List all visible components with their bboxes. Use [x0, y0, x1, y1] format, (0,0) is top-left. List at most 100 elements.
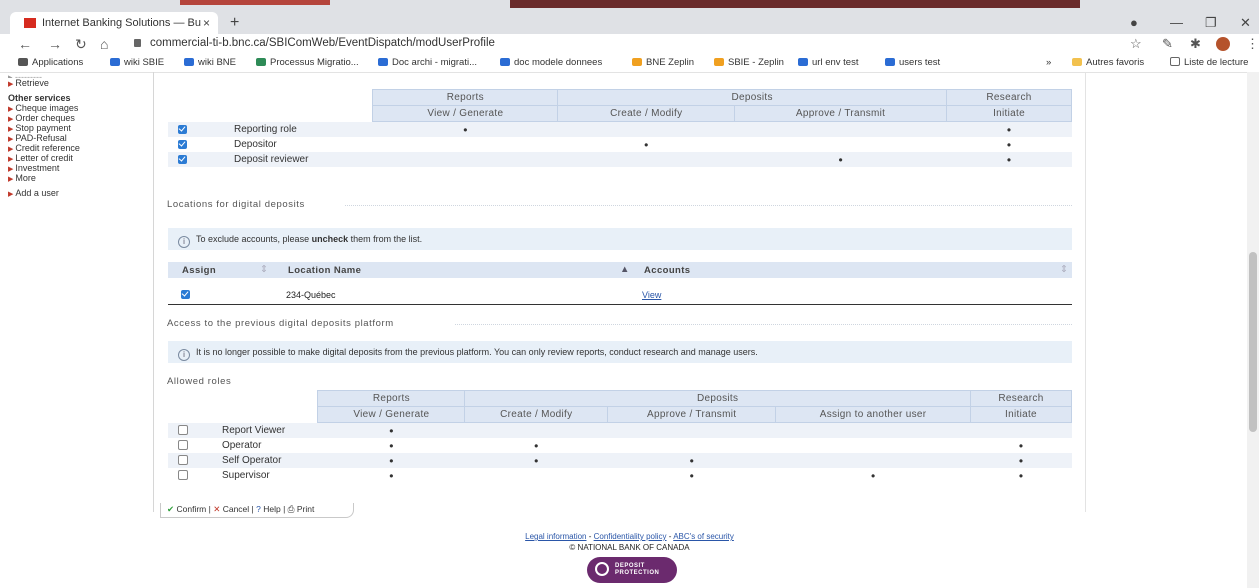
bookmarks-overflow-icon[interactable]: »: [1046, 57, 1051, 68]
sidebar-item-label: Credit reference: [15, 143, 80, 153]
sort-icon[interactable]: ⇕: [1060, 264, 1068, 275]
sidebar-item[interactable]: ▶ Credit reference: [8, 143, 80, 153]
bookmark-label: BNE Zeplin: [646, 57, 695, 68]
sidebar-item-label: PAD-Refusal: [15, 133, 67, 143]
sidebar-item-retrieve[interactable]: ▶ Retrieve: [8, 78, 49, 88]
bookmark-icon: [885, 58, 895, 66]
star-icon[interactable]: ☆: [1130, 36, 1142, 52]
bookmark-item[interactable]: Doc archi - migrati...: [378, 57, 477, 68]
role-checkbox[interactable]: [177, 440, 188, 451]
sidebar-item[interactable]: ▶ Cheque images: [8, 103, 78, 113]
col-accounts[interactable]: Accounts: [644, 265, 690, 276]
subheader: Approve / Transmit: [734, 105, 948, 122]
sidebar-item-add-user[interactable]: ▶ Add a user: [8, 188, 59, 198]
role-checkbox[interactable]: [178, 124, 188, 134]
profile-dot-icon[interactable]: ●: [1130, 12, 1138, 34]
badge-line2: PROTECTION: [615, 570, 660, 576]
print-button[interactable]: Print: [297, 504, 314, 514]
help-button[interactable]: Help: [263, 504, 280, 514]
sidebar-item[interactable]: ▶ Investment: [8, 163, 59, 173]
sort-icon[interactable]: ⇕: [260, 264, 268, 275]
permission-cell: [607, 422, 776, 438]
security-link[interactable]: ABC's of security: [673, 532, 734, 541]
printer-icon: ⎙: [287, 504, 295, 514]
deposit-protection-badge[interactable]: DEPOSIT PROTECTION: [587, 557, 677, 583]
privacy-link[interactable]: Confidentiality policy: [594, 532, 667, 541]
bookmark-label: Doc archi - migrati...: [392, 57, 477, 68]
permission-cell: •: [389, 438, 394, 453]
bookmark-item[interactable]: users test: [885, 57, 940, 68]
previous-platform-section-title: Access to the previous digital deposits …: [167, 318, 394, 329]
bookmark-icon: [714, 58, 724, 66]
bookmark-item[interactable]: BNE Zeplin: [632, 57, 694, 68]
home-icon[interactable]: ⌂: [100, 36, 108, 52]
permission-cell: •: [534, 438, 539, 453]
bookmark-item[interactable]: SBIE - Zeplin: [714, 57, 784, 68]
permission-cell: •: [317, 453, 465, 468]
bookmark-item[interactable]: Processus Migratio...: [256, 57, 359, 68]
bookmark-item[interactable]: doc modele donnees: [500, 57, 602, 68]
bookmark-item[interactable]: Applications: [18, 57, 83, 68]
table-row: Self Operator • • • •: [168, 453, 1072, 468]
close-window-icon[interactable]: ✕: [1240, 12, 1251, 34]
sidebar-item[interactable]: ▶ Order cheques: [8, 113, 75, 123]
allowed-roles-table: Reports Deposits Research View / Generat…: [168, 390, 1073, 483]
col-location-name[interactable]: Location Name: [288, 265, 361, 276]
view-accounts-link[interactable]: View: [642, 290, 661, 300]
role-checkbox[interactable]: [178, 154, 188, 164]
col-assign[interactable]: Assign: [182, 265, 216, 276]
bookmark-icon: [378, 58, 388, 66]
info-icon: i: [178, 236, 190, 248]
restore-icon[interactable]: ❐: [1205, 12, 1217, 34]
sidebar-item[interactable]: ▶ Letter of credit: [8, 153, 73, 163]
folder-icon: [1072, 58, 1082, 66]
legal-link[interactable]: Legal information: [525, 532, 586, 541]
forward-icon[interactable]: →: [48, 36, 62, 52]
sidebar-item-label: Letter of credit: [15, 153, 73, 163]
other-bookmarks[interactable]: Autres favoris: [1072, 57, 1144, 68]
sidebar-item[interactable]: ▶ More: [8, 173, 36, 183]
role-checkbox[interactable]: [177, 455, 188, 466]
role-checkbox[interactable]: [177, 470, 188, 481]
bookmark-icon: [184, 58, 194, 66]
table-row: Report Viewer •: [168, 422, 1072, 438]
sidebar-item-label: Stop payment: [15, 123, 71, 133]
assign-checkbox[interactable]: [181, 290, 190, 299]
bookmark-item[interactable]: wiki SBIE: [110, 57, 164, 68]
table-row: Depositor • •: [168, 137, 1072, 152]
bookmark-item[interactable]: wiki BNE: [184, 57, 236, 68]
extensions-icon[interactable]: ✱: [1190, 36, 1201, 52]
back-icon[interactable]: ←: [18, 36, 32, 52]
info-text: It is no longer possible to make digital…: [196, 347, 758, 357]
permission-cell: •: [607, 453, 776, 468]
bookmark-icon: [18, 58, 28, 66]
role-checkbox[interactable]: [178, 139, 188, 149]
confirm-button[interactable]: Confirm: [177, 504, 207, 514]
permission-cell: •: [1018, 438, 1024, 453]
permission-cell: •: [1006, 137, 1012, 152]
sidebar-item-label: Cheque images: [15, 103, 79, 113]
other-bookmarks-label: Autres favoris: [1086, 57, 1145, 68]
role-checkbox[interactable]: [177, 425, 188, 436]
arrow-right-icon: ▶: [8, 146, 14, 153]
scrollbar-thumb[interactable]: [1249, 252, 1257, 432]
url-field[interactable]: commercial-ti-b.bnc.ca/SBIComWeb/EventDi…: [150, 37, 495, 49]
tab-close-icon[interactable]: ×: [203, 12, 210, 34]
new-tab-button[interactable]: +: [230, 12, 239, 34]
page-scrollbar[interactable]: [1247, 72, 1259, 588]
reading-list[interactable]: Liste de lecture: [1170, 57, 1248, 68]
cancel-button[interactable]: Cancel: [223, 504, 249, 514]
browser-tab[interactable]: Internet Banking Solutions — Bu ×: [10, 12, 218, 34]
bookmark-icon: [110, 58, 120, 66]
reload-icon[interactable]: ↻: [75, 36, 87, 52]
bookmark-item[interactable]: url env test: [798, 57, 858, 68]
eyedropper-icon[interactable]: ✎: [1162, 36, 1173, 52]
minimize-icon[interactable]: —: [1170, 12, 1183, 34]
permission-cell: [776, 438, 971, 453]
sidebar-item[interactable]: ▶ PAD-Refusal: [8, 133, 67, 143]
sort-asc-icon[interactable]: ▲: [620, 264, 630, 275]
checkbox-cell: [168, 152, 198, 167]
profile-avatar[interactable]: [1216, 37, 1230, 51]
sidebar-item[interactable]: ▶ Stop payment: [8, 123, 71, 133]
menu-kebab-icon[interactable]: ⋮: [1246, 36, 1259, 52]
